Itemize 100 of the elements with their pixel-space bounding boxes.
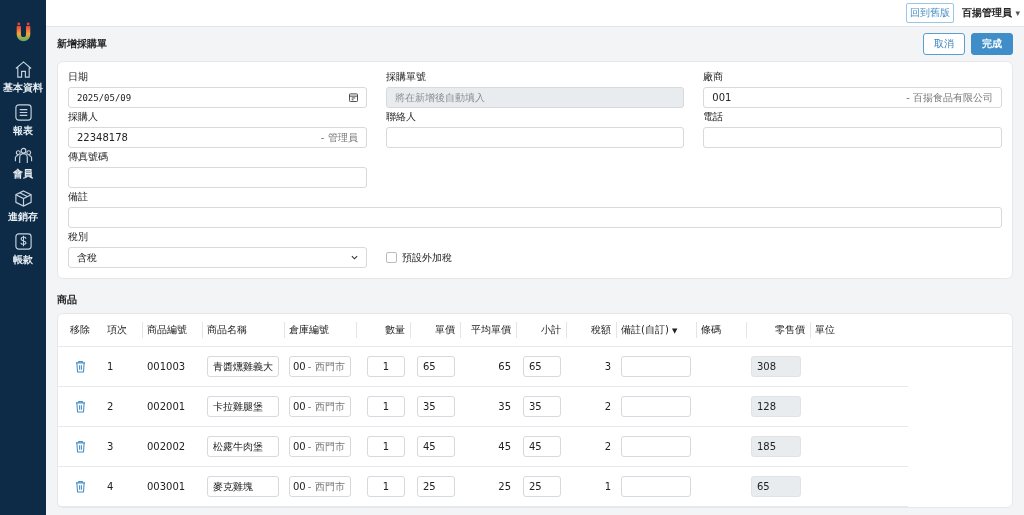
- retail-price-field: 308: [751, 356, 801, 377]
- unit-price-field[interactable]: 65: [417, 356, 455, 377]
- house-icon: [13, 60, 33, 79]
- chevron-down-icon: [350, 255, 358, 260]
- table-cell: 2: [604, 401, 611, 412]
- table-cell: 4: [107, 481, 114, 492]
- unit-price-field[interactable]: 35: [417, 396, 455, 417]
- calendar-icon[interactable]: [348, 93, 358, 102]
- checkbox-option[interactable]: 預設外加稅: [385, 247, 685, 268]
- warehouse-field[interactable]: 00 - 西門市: [289, 356, 351, 377]
- text-field[interactable]: 22348178 - 管理員: [68, 127, 367, 148]
- table-cell: 003001: [147, 481, 186, 492]
- warehouse-field[interactable]: 00 - 西門市: [289, 476, 351, 497]
- column-header: 數量: [385, 323, 405, 337]
- retail-price-field: 128: [751, 396, 801, 417]
- column-header: 項次: [107, 323, 127, 337]
- table-cell: 35: [498, 401, 511, 412]
- column-header: 小計: [541, 323, 561, 337]
- field-label: 聯絡人: [385, 110, 417, 124]
- column-header: 單價: [435, 323, 455, 337]
- user-menu[interactable]: 百揚管理員 ▾: [962, 6, 1020, 20]
- sidebar-item[interactable]: 會員: [13, 146, 33, 189]
- trash-icon[interactable]: [74, 480, 86, 493]
- text-field[interactable]: [385, 127, 685, 148]
- sidebar-item[interactable]: 帳款: [13, 232, 33, 275]
- quantity-field[interactable]: 1: [367, 436, 405, 457]
- text-field[interactable]: [68, 167, 367, 188]
- column-header: 商品名稱: [207, 323, 247, 337]
- warehouse-field[interactable]: 00 - 西門市: [289, 436, 351, 457]
- table-cell: 2: [107, 401, 114, 412]
- column-header: 單位: [815, 323, 835, 337]
- unit-price-field[interactable]: 25: [417, 476, 455, 497]
- box-icon: [13, 189, 33, 208]
- column-header: 倉庫編號: [289, 323, 329, 337]
- product-name-field[interactable]: 卡拉雞腿堡: [207, 396, 279, 417]
- text-field[interactable]: [68, 207, 1002, 228]
- checkbox-label: 預設外加稅: [401, 250, 452, 265]
- column-header: 稅額: [591, 323, 611, 337]
- retail-price-field: 65: [751, 476, 801, 497]
- table-cell: 1: [604, 481, 611, 492]
- product-name-field[interactable]: 麥克雞塊: [207, 476, 279, 497]
- sidebar-item[interactable]: 報表: [13, 103, 33, 146]
- retail-price-field: 185: [751, 436, 801, 457]
- trash-icon[interactable]: [74, 400, 86, 413]
- remark-field[interactable]: [621, 476, 691, 497]
- subtotal-field[interactable]: 35: [523, 396, 561, 417]
- page-title: 新增採購單: [57, 37, 107, 51]
- people-icon: [13, 146, 33, 165]
- table-cell: 3: [604, 361, 611, 372]
- product-name-field[interactable]: 松露牛肉堡: [207, 436, 279, 457]
- table-cell: 002001: [147, 401, 186, 412]
- column-header: 條碼: [701, 323, 721, 337]
- unit-price-field[interactable]: 45: [417, 436, 455, 457]
- text-field[interactable]: 001 - 百揚食品有限公司: [703, 87, 1002, 108]
- product-name-field[interactable]: 青醬燻雞義大: [207, 356, 279, 377]
- column-header: 平均單價: [471, 323, 511, 337]
- subtotal-field[interactable]: 65: [523, 356, 561, 377]
- subtotal-field[interactable]: 25: [523, 476, 561, 497]
- readonly-field: 將在新增後自動填入: [385, 87, 685, 108]
- remark-field[interactable]: [621, 436, 691, 457]
- legacy-version-button[interactable]: 回到舊版: [906, 3, 954, 23]
- done-button[interactable]: 完成: [971, 33, 1013, 55]
- text-field[interactable]: [703, 127, 1002, 148]
- table-cell: 25: [498, 481, 511, 492]
- column-header: 移除: [70, 323, 90, 337]
- subtotal-field[interactable]: 45: [523, 436, 561, 457]
- checkbox[interactable]: [385, 252, 397, 263]
- quantity-field[interactable]: 1: [367, 356, 405, 377]
- field-label: 電話: [703, 110, 725, 124]
- field-label: 廠商: [703, 70, 725, 84]
- select-field[interactable]: 含稅: [68, 247, 367, 268]
- remark-field[interactable]: [621, 356, 691, 377]
- table-cell: 002002: [147, 441, 186, 452]
- column-header: 零售價: [775, 323, 805, 337]
- quantity-field[interactable]: 1: [367, 476, 405, 497]
- field-label: 採購單號: [385, 70, 427, 84]
- date-field[interactable]: 2025/05/09: [68, 87, 367, 108]
- field-label: 備註: [68, 190, 89, 204]
- dollar-icon: [13, 232, 33, 251]
- table-cell: 2: [604, 441, 611, 452]
- trash-icon[interactable]: [74, 440, 86, 453]
- sidebar-item[interactable]: 進銷存: [8, 189, 38, 232]
- warehouse-field[interactable]: 00 - 西門市: [289, 396, 351, 417]
- section-title: 商品: [57, 293, 78, 307]
- document-icon: [13, 103, 33, 122]
- field-label: 採購人: [68, 110, 99, 124]
- remark-field[interactable]: [621, 396, 691, 417]
- logo-icon: [14, 22, 32, 42]
- quantity-field[interactable]: 1: [367, 396, 405, 417]
- cancel-button[interactable]: 取消: [923, 33, 965, 55]
- field-label: 日期: [68, 70, 89, 84]
- column-header: 商品編號: [147, 323, 187, 337]
- table-cell: 001003: [147, 361, 186, 372]
- table-cell: 45: [498, 441, 511, 452]
- field-label: 傳真號碼: [68, 150, 109, 164]
- table-cell: 3: [107, 441, 114, 452]
- table-cell: 1: [107, 361, 114, 372]
- trash-icon[interactable]: [74, 360, 86, 373]
- sidebar-item[interactable]: 基本資料: [3, 60, 43, 103]
- table-cell: 65: [498, 361, 511, 372]
